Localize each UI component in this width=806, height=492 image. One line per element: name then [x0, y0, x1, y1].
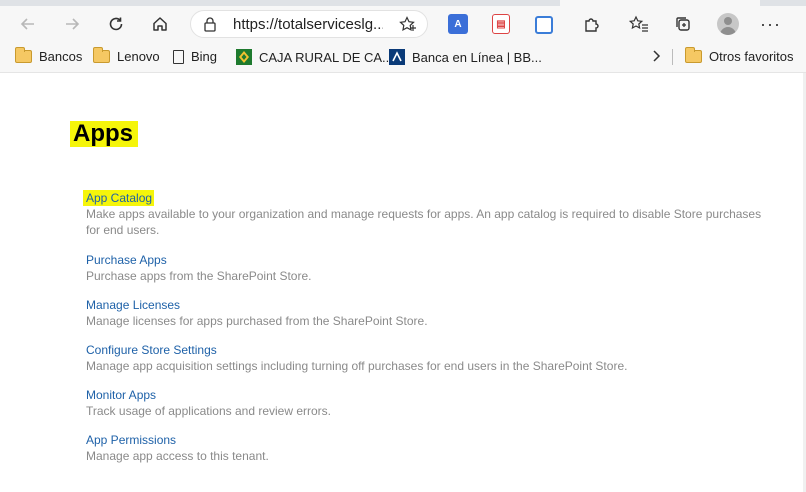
favorite-item-bancos[interactable]: Bancos: [15, 47, 83, 64]
home-button[interactable]: [146, 10, 174, 38]
list-item-monitor-apps: Monitor Apps Track usage of applications…: [86, 384, 766, 419]
translate-extension-icon[interactable]: A: [448, 14, 468, 34]
favorites-button[interactable]: [625, 10, 653, 38]
back-button[interactable]: [14, 10, 42, 38]
favorites-divider: [672, 49, 673, 65]
other-favorites-item[interactable]: Otros favoritos: [685, 47, 794, 64]
pdf-extension-icon[interactable]: ▤: [492, 14, 510, 34]
favorite-label: Banca en Línea | BB...: [412, 49, 542, 65]
favorite-item-lenovo[interactable]: Lenovo: [93, 47, 160, 64]
list-item-manage-licenses: Manage Licenses Manage licenses for apps…: [86, 294, 766, 329]
app-catalog-link[interactable]: App Catalog: [83, 190, 155, 206]
collections-button[interactable]: [669, 10, 697, 38]
puzzle-icon: [585, 18, 599, 32]
forward-arrow-icon: [66, 18, 80, 30]
favorite-item-caja-rural[interactable]: CAJA RURAL DE CA...: [236, 49, 393, 65]
address-bar[interactable]: https://totalserviceslg...: [190, 10, 428, 38]
purchase-apps-link[interactable]: Purchase Apps: [86, 252, 167, 268]
folder-icon: [93, 47, 110, 63]
other-favorites-label: Otros favoritos: [709, 49, 794, 64]
configure-store-settings-description: Manage app acquisition settings includin…: [86, 359, 628, 373]
caja-rural-icon: [236, 49, 252, 65]
favorites-list-icon: [629, 15, 648, 32]
extensions-button[interactable]: [577, 10, 605, 38]
screen-extension-icon[interactable]: [535, 16, 553, 34]
folder-icon: [685, 47, 702, 63]
page-content: Apps App Catalog Make apps available to …: [0, 73, 806, 492]
bbva-icon: [389, 49, 405, 65]
monitor-apps-link[interactable]: Monitor Apps: [86, 387, 156, 403]
favorite-label: Bing: [191, 49, 218, 64]
list-item-app-permissions: App Permissions Manage app access to thi…: [86, 429, 766, 464]
favorite-item-bing[interactable]: Bing: [173, 49, 217, 64]
lock-icon[interactable]: [203, 16, 217, 32]
back-arrow-icon: [20, 18, 34, 30]
app-permissions-link[interactable]: App Permissions: [86, 432, 176, 448]
forward-button[interactable]: [58, 10, 86, 38]
app-permissions-description: Manage app access to this tenant.: [86, 449, 269, 463]
folder-icon: [15, 47, 32, 63]
favorites-overflow-button[interactable]: [651, 48, 661, 64]
favorites-bar: Bancos Lenovo Bing CAJA RURAL DE CA... B…: [0, 42, 806, 73]
favorite-item-bbva[interactable]: Banca en Línea | BB...: [389, 49, 542, 65]
favorite-label: Lenovo: [117, 49, 160, 64]
manage-licenses-description: Manage licenses for apps purchased from …: [86, 314, 428, 328]
app-catalog-description: Make apps available to your organization…: [86, 207, 762, 237]
favorite-label: CAJA RURAL DE CA...: [259, 49, 393, 65]
favorite-label: Bancos: [39, 49, 83, 64]
profile-avatar[interactable]: [717, 13, 739, 35]
page-icon: [173, 49, 184, 64]
home-icon: [153, 17, 167, 31]
refresh-button[interactable]: [102, 10, 130, 38]
refresh-icon: [109, 17, 123, 31]
list-item-configure-store-settings: Configure Store Settings Manage app acqu…: [86, 339, 766, 374]
configure-store-settings-link[interactable]: Configure Store Settings: [86, 342, 217, 358]
collections-icon: [676, 17, 690, 31]
browser-toolbar: https://totalserviceslg... A ▤ ···: [0, 6, 806, 42]
page-title: Apps: [70, 121, 138, 147]
monitor-apps-description: Track usage of applications and review e…: [86, 404, 332, 418]
list-item-purchase-apps: Purchase Apps Purchase apps from the Sha…: [86, 249, 766, 284]
url-text[interactable]: https://totalserviceslg...: [233, 16, 383, 33]
purchase-apps-description: Purchase apps from the SharePoint Store.: [86, 269, 312, 283]
add-favorite-star-icon[interactable]: [399, 16, 417, 33]
list-item-app-catalog: App Catalog Make apps available to your …: [83, 187, 766, 238]
more-menu-icon[interactable]: ···: [760, 14, 781, 35]
manage-licenses-link[interactable]: Manage Licenses: [86, 297, 180, 313]
chevron-right-icon: [653, 50, 661, 62]
